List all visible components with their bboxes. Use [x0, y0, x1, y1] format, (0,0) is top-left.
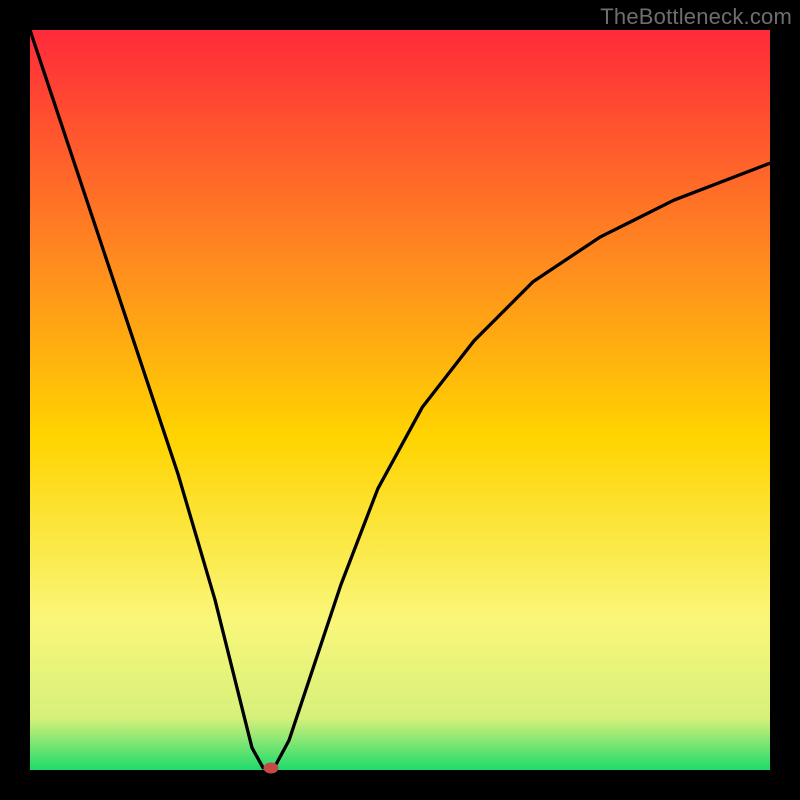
- optimum-marker: [263, 762, 278, 773]
- plot-area: [30, 30, 770, 770]
- chart-frame: TheBottleneck.com: [0, 0, 800, 800]
- watermark-text: TheBottleneck.com: [600, 4, 792, 30]
- curve-layer: [30, 30, 770, 770]
- bottleneck-curve: [30, 30, 770, 768]
